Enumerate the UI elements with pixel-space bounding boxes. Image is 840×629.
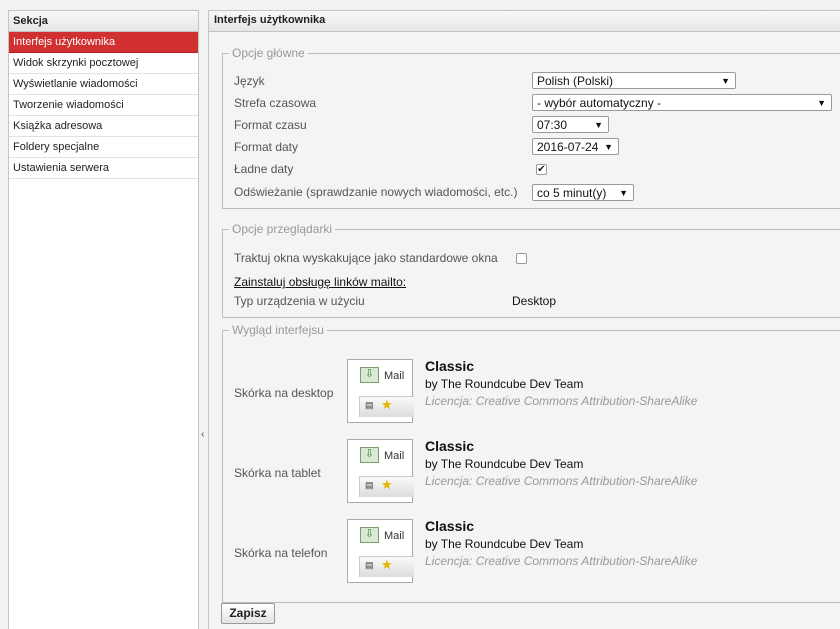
- section-item-displaying-messages[interactable]: Wyświetlanie wiadomości: [9, 74, 198, 95]
- appearance-fieldset: Wygląd interfejsu Skórka na desktop ⇩ Ma…: [222, 323, 840, 603]
- mail-download-icon: ⇩: [360, 447, 379, 463]
- section-item-mailbox-view[interactable]: Widok skrzynki pocztowej: [9, 53, 198, 74]
- time-format-label: Format czasu: [234, 118, 307, 132]
- sections-header: Sekcja: [9, 11, 198, 32]
- time-format-select-value: 07:30: [537, 118, 568, 132]
- skin-tablet-name: Classic: [425, 438, 475, 454]
- language-label: Język: [234, 74, 265, 88]
- skin-tablet-thumbnail[interactable]: ⇩ Mail ▤ ★: [347, 439, 414, 503]
- timezone-select[interactable]: - wybór automatyczny - ▼: [532, 94, 832, 111]
- section-item-address-book[interactable]: Książka adresowa: [9, 116, 198, 137]
- language-select-value: Polish (Polski): [537, 74, 614, 88]
- section-item-special-folders[interactable]: Foldery specjalne: [9, 137, 198, 158]
- skin-desktop-thumbnail[interactable]: ⇩ Mail ▤ ★: [347, 359, 414, 423]
- timezone-select-value: - wybór automatyczny -: [537, 96, 662, 110]
- thumbnail-toolbar: ▤ ★: [359, 556, 414, 577]
- time-format-select[interactable]: 07:30 ▼: [532, 116, 609, 133]
- main-options-legend: Opcje główne: [232, 46, 305, 60]
- device-type-value: Desktop: [512, 294, 557, 308]
- popups-label: Traktuj okna wyskakujące jako standardow…: [234, 251, 498, 265]
- date-format-select-value: 2016-07-24: [537, 140, 599, 154]
- skin-phone-author: by The Roundcube Dev Team: [425, 537, 584, 551]
- device-type-label: Typ urządzenia w użyciu: [234, 294, 365, 308]
- dropdown-arrow-icon: ▼: [721, 76, 730, 86]
- browser-options-fieldset: Opcje przeglądarki Traktuj okna wyskakuj…: [222, 222, 840, 318]
- star-icon: ★: [381, 557, 393, 572]
- star-icon: ★: [381, 397, 393, 412]
- section-item-server-settings[interactable]: Ustawienia serwera: [9, 158, 198, 179]
- pretty-dates-label: Ładne daty: [234, 162, 294, 176]
- list-icon: ▤: [365, 480, 374, 490]
- sections-panel: Sekcja Interfejs użytkownika Widok skrzy…: [8, 10, 199, 629]
- content-title: Interfejs użytkownika: [209, 11, 840, 32]
- popups-checkbox[interactable]: [516, 253, 527, 264]
- skin-desktop-label: Skórka na desktop: [234, 386, 334, 400]
- date-format-label: Format daty: [234, 140, 299, 154]
- date-format-select[interactable]: 2016-07-24 ▼: [532, 138, 619, 155]
- thumbnail-mail-label: Mail: [384, 450, 405, 462]
- list-icon: ▤: [365, 400, 374, 410]
- skin-tablet-author: by The Roundcube Dev Team: [425, 457, 584, 471]
- skin-tablet-license: Licencja: Creative Commons Attribution-S…: [425, 474, 698, 488]
- timezone-label: Strefa czasowa: [234, 96, 317, 110]
- save-button[interactable]: Zapisz: [221, 603, 275, 624]
- skin-desktop-author: by The Roundcube Dev Team: [425, 377, 584, 391]
- content-panel: Interfejs użytkownika Opcje główne Język…: [208, 10, 840, 629]
- main-options-fieldset: Opcje główne Język Polish (Polski) ▼ Str…: [222, 46, 840, 209]
- skin-phone-thumbnail[interactable]: ⇩ Mail ▤ ★: [347, 519, 414, 583]
- skin-phone-name: Classic: [425, 518, 475, 534]
- language-select[interactable]: Polish (Polski) ▼: [532, 72, 736, 89]
- skin-phone-license: Licencja: Creative Commons Attribution-S…: [425, 554, 698, 568]
- star-icon: ★: [381, 477, 393, 492]
- thumbnail-toolbar: ▤ ★: [359, 396, 414, 417]
- section-item-user-interface[interactable]: Interfejs użytkownika: [9, 32, 198, 53]
- splitter-grip-icon[interactable]: ‹: [201, 430, 204, 440]
- appearance-legend: Wygląd interfejsu: [232, 323, 324, 337]
- thumbnail-toolbar: ▤ ★: [359, 476, 414, 497]
- section-item-composing-messages[interactable]: Tworzenie wiadomości: [9, 95, 198, 116]
- sections-list: Interfejs użytkownika Widok skrzynki poc…: [9, 32, 198, 179]
- skin-desktop-license: Licencja: Creative Commons Attribution-S…: [425, 394, 698, 408]
- pretty-dates-checkbox[interactable]: ✔: [536, 164, 547, 175]
- thumbnail-mail-label: Mail: [384, 370, 405, 382]
- skin-phone-label: Skórka na telefon: [234, 546, 328, 560]
- install-mailto-link[interactable]: Zainstaluj obsługę linków mailto:: [234, 272, 406, 292]
- list-icon: ▤: [365, 560, 374, 570]
- skin-desktop-name: Classic: [425, 358, 475, 374]
- skin-tablet-label: Skórka na tablet: [234, 466, 321, 480]
- dropdown-arrow-icon: ▼: [604, 142, 613, 152]
- panel-splitter[interactable]: ‹: [200, 10, 208, 629]
- checkmark-icon: ✔: [537, 164, 546, 175]
- refresh-select-value: co 5 minut(y): [537, 186, 607, 200]
- mail-download-icon: ⇩: [360, 367, 379, 383]
- refresh-label: Odświeżanie (sprawdzanie nowych wiadomoś…: [234, 185, 518, 199]
- browser-options-legend: Opcje przeglądarki: [232, 222, 333, 236]
- dropdown-arrow-icon: ▼: [594, 120, 603, 130]
- dropdown-arrow-icon: ▼: [817, 98, 826, 108]
- mail-download-icon: ⇩: [360, 527, 379, 543]
- dropdown-arrow-icon: ▼: [619, 188, 628, 198]
- thumbnail-mail-label: Mail: [384, 530, 405, 542]
- refresh-select[interactable]: co 5 minut(y) ▼: [532, 184, 634, 201]
